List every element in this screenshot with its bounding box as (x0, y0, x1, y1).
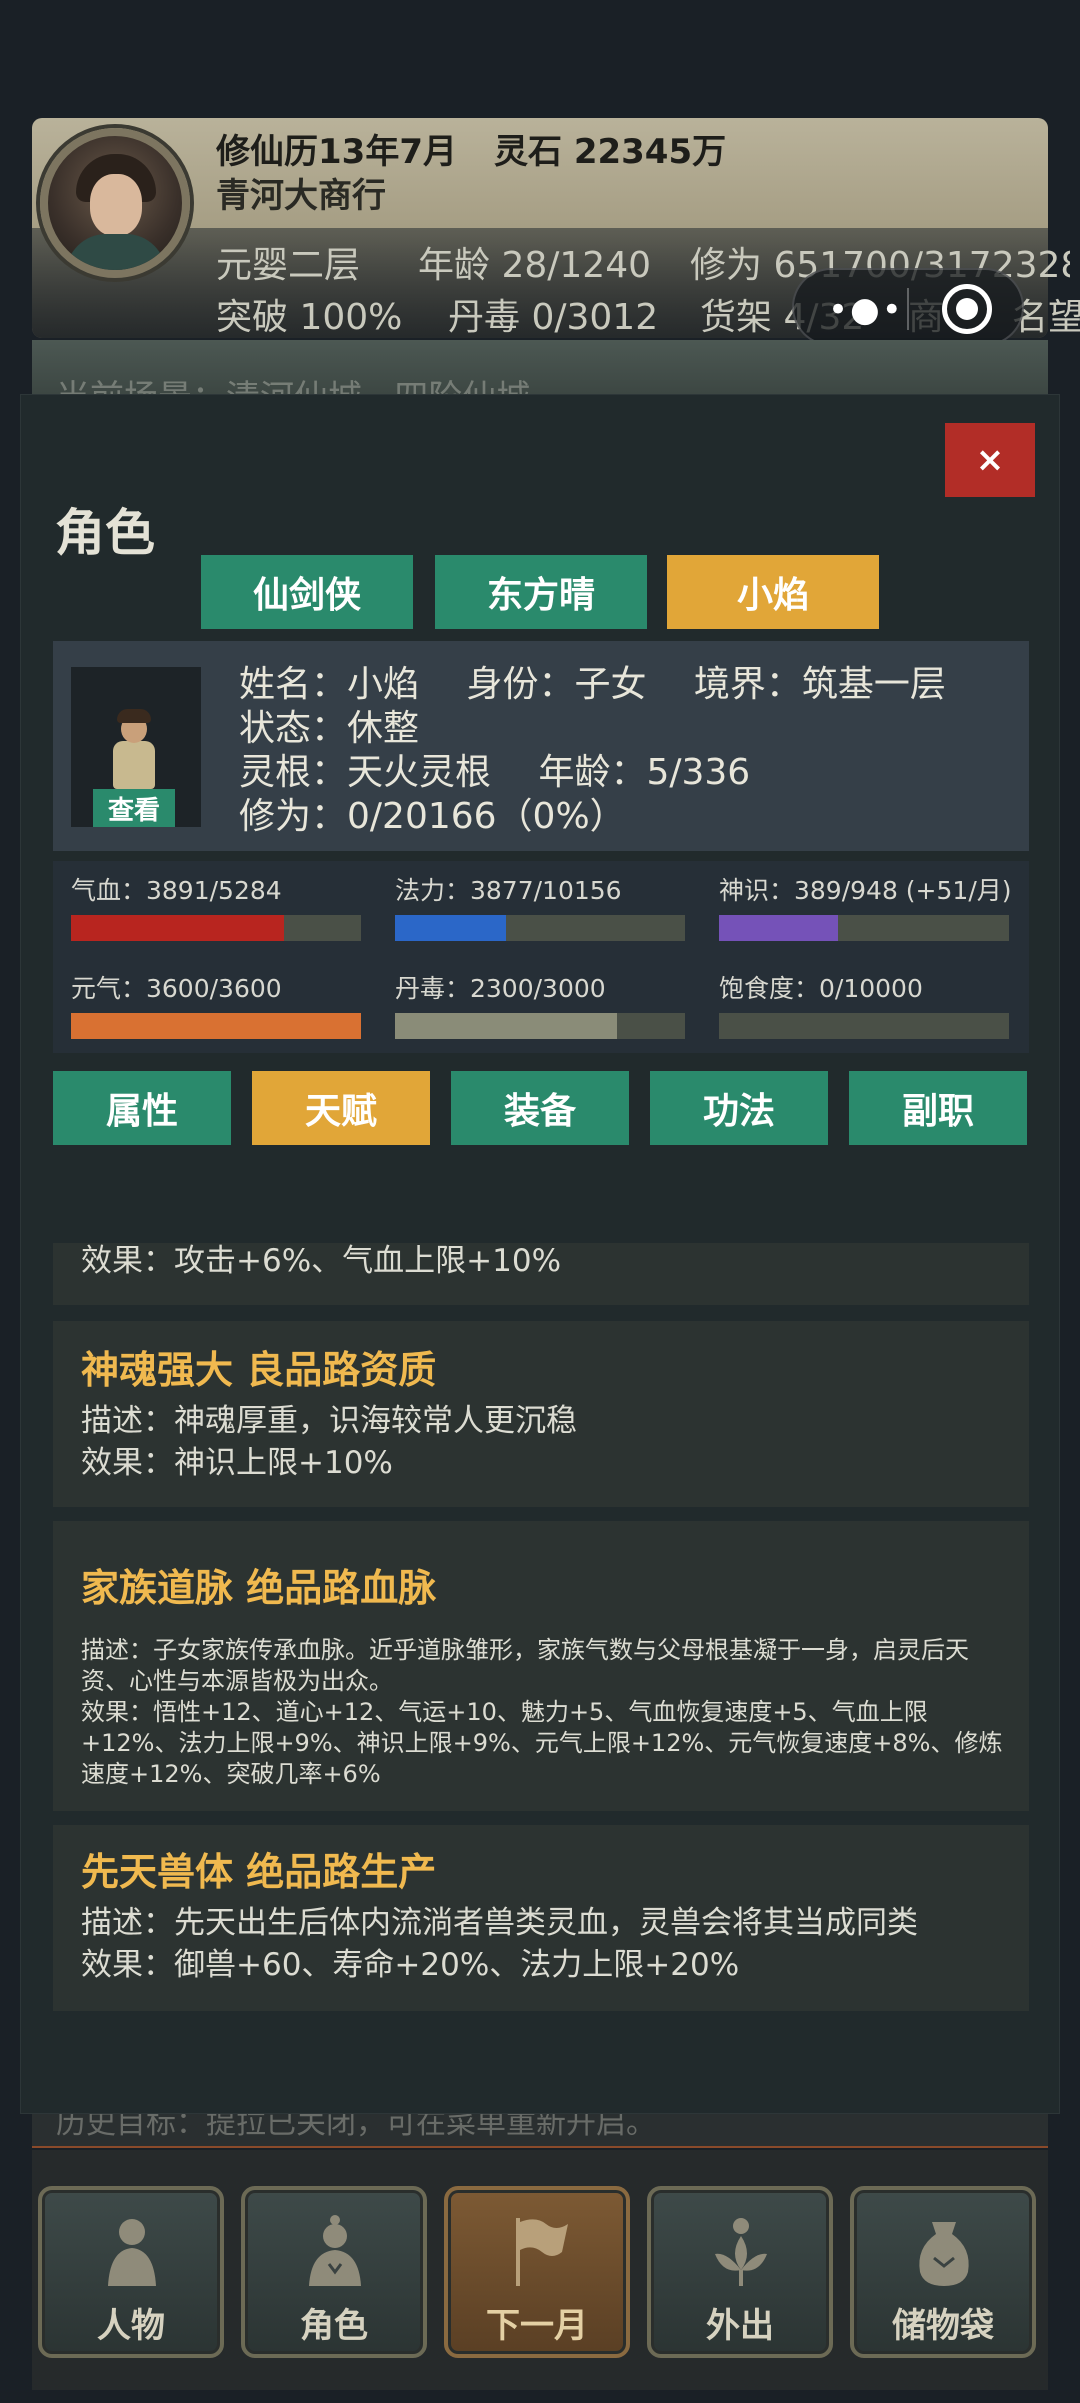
tab-equipment[interactable]: 装备 (451, 1071, 629, 1145)
nav-person-button[interactable]: 人物 (38, 2186, 224, 2358)
mana-label: 法力：3877/10156 (395, 876, 622, 905)
nav-label: 储物袋 (892, 2306, 994, 2346)
more-icon[interactable]: •●• (828, 290, 904, 330)
flag-icon (516, 2218, 568, 2286)
tab-character-1[interactable]: 仙剑侠 (201, 555, 413, 629)
talent-effect: 效果：神识上限+10% (81, 1445, 393, 1481)
nav-outing-button[interactable]: 外出 (647, 2186, 833, 2358)
nav-label: 角色 (300, 2306, 368, 2346)
capsule-divider (907, 288, 909, 330)
talent-description: 描述：神魂厚重，识海较常人更沉稳 (81, 1403, 577, 1439)
nav-label: 人物 (97, 2306, 165, 2346)
bottom-nav: 人物 角色 下一月 外出 储物袋 (32, 2150, 1048, 2390)
miniprogram-capsule: •●• (792, 268, 1024, 346)
tab-character-2[interactable]: 东方晴 (435, 555, 647, 629)
nav-storage-bag-button[interactable]: 储物袋 (850, 2186, 1036, 2358)
pill-poison-label: 丹毒：2300/3000 (395, 974, 606, 1003)
talent-list[interactable]: 效果：攻击+6%、气血上限+10% 神魂强大 良品路资质 描述：神魂厚重，识海较… (53, 1243, 1029, 2053)
spirit-sense-label: 神识：389/948 (+51/月) (719, 876, 1012, 905)
age-stat: 年龄 28/1240 (418, 245, 651, 286)
calendar-date: 修仙历13年7月 (216, 132, 457, 172)
talent-effect: 效果：攻击+6%、气血上限+10% (81, 1243, 562, 1279)
shop-name: 青河大商行 (216, 176, 386, 216)
tab-techniques[interactable]: 功法 (650, 1071, 828, 1145)
character-modal: × 角色 仙剑侠 东方晴 小焰 查看 姓名：小焰 身份：子女 境界：筑基一层 状… (20, 394, 1060, 2114)
talent-description: 描述：先天出生后体内流淌者兽类灵血，灵兽会将其当成同类 (81, 1905, 918, 1941)
view-button[interactable]: 查看 (93, 789, 175, 827)
satiety-bar (719, 1013, 1009, 1039)
character-icon (309, 2215, 361, 2286)
spirit-sense-bar (719, 915, 1009, 941)
lotus-icon (715, 2218, 767, 2286)
hp-bar (71, 915, 361, 941)
vitality-label: 元气：3600/3600 (71, 974, 282, 1003)
talent-description: 描述：子女家族传承血脉。近乎道脉雏形，家族气数与父母根基凝于一身，启灵后天资、心… (81, 1636, 969, 1695)
talent-card: 神魂强大 良品路资质 描述：神魂厚重，识海较常人更沉稳 效果：神识上限+10% (53, 1321, 1029, 1507)
nav-character-button[interactable]: 角色 (241, 2186, 427, 2358)
talent-effect: 效果：悟性+12、道心+12、气运+10、魅力+5、气血恢复速度+5、气血上限+… (81, 1698, 1003, 1788)
tab-side-jobs[interactable]: 副职 (849, 1071, 1027, 1145)
satiety-label: 饱食度：0/10000 (719, 974, 923, 1003)
nav-next-month-button[interactable]: 下一月 (444, 2186, 630, 2358)
talent-title: 家族道脉 绝品路血脉 (81, 1566, 437, 1610)
character-portrait: 查看 (71, 667, 201, 827)
character-info-card: 查看 姓名：小焰 身份：子女 境界：筑基一层 状态：休整 灵根：天火灵根 年龄：… (53, 641, 1029, 851)
player-avatar[interactable] (40, 128, 190, 278)
tab-attributes[interactable]: 属性 (53, 1071, 231, 1145)
hp-label: 气血：3891/5284 (71, 876, 282, 905)
modal-title: 角色 (55, 504, 155, 562)
breakthrough-stat: 突破 100% (216, 297, 403, 338)
person-icon (108, 2219, 156, 2286)
tab-talents[interactable]: 天赋 (252, 1071, 430, 1145)
tab-character-3[interactable]: 小焰 (667, 555, 879, 629)
talent-card: 家族道脉 绝品路血脉 描述：子女家族传承血脉。近乎道脉雏形，家族气数与父母根基凝… (53, 1521, 1029, 1811)
talent-effect: 效果：御兽+60、寿命+20%、法力上限+20% (81, 1947, 740, 1983)
vitality-bar (71, 1013, 361, 1039)
cultivation-line: 修为：0/20166（0%） (239, 796, 626, 837)
talent-card: 先天兽体 绝品路生产 描述：先天出生后体内流淌者兽类灵血，灵兽会将其当成同类 效… (53, 1825, 1029, 2011)
bag-icon (919, 2222, 969, 2286)
nav-label: 下一月 (486, 2306, 588, 2346)
close-miniprogram-icon[interactable] (942, 284, 992, 334)
talent-title: 神魂强大 良品路资质 (81, 1348, 437, 1392)
pill-poison-bar (395, 1013, 685, 1039)
talent-title: 先天兽体 绝品路生产 (81, 1850, 437, 1894)
pill-poison-stat: 丹毒 0/3012 (448, 297, 659, 338)
scene-banner: 当前场景：清河仙城 · 四阶仙城 (32, 340, 1048, 400)
nav-label: 外出 (706, 2306, 774, 2346)
mana-bar (395, 915, 685, 941)
close-button[interactable]: × (945, 423, 1035, 497)
talent-card-partial: 效果：攻击+6%、气血上限+10% (53, 1243, 1029, 1305)
realm-stat: 元婴二层 (216, 245, 361, 286)
stats-panel: 气血：3891/5284 法力：3877/10156 神识：389/948 (+… (53, 861, 1029, 1053)
message-peek: 历史目标：提拉已关闭，可在菜单重新开启。 (32, 2114, 1048, 2148)
spirit-stones: 灵石 22345万 (494, 132, 727, 172)
